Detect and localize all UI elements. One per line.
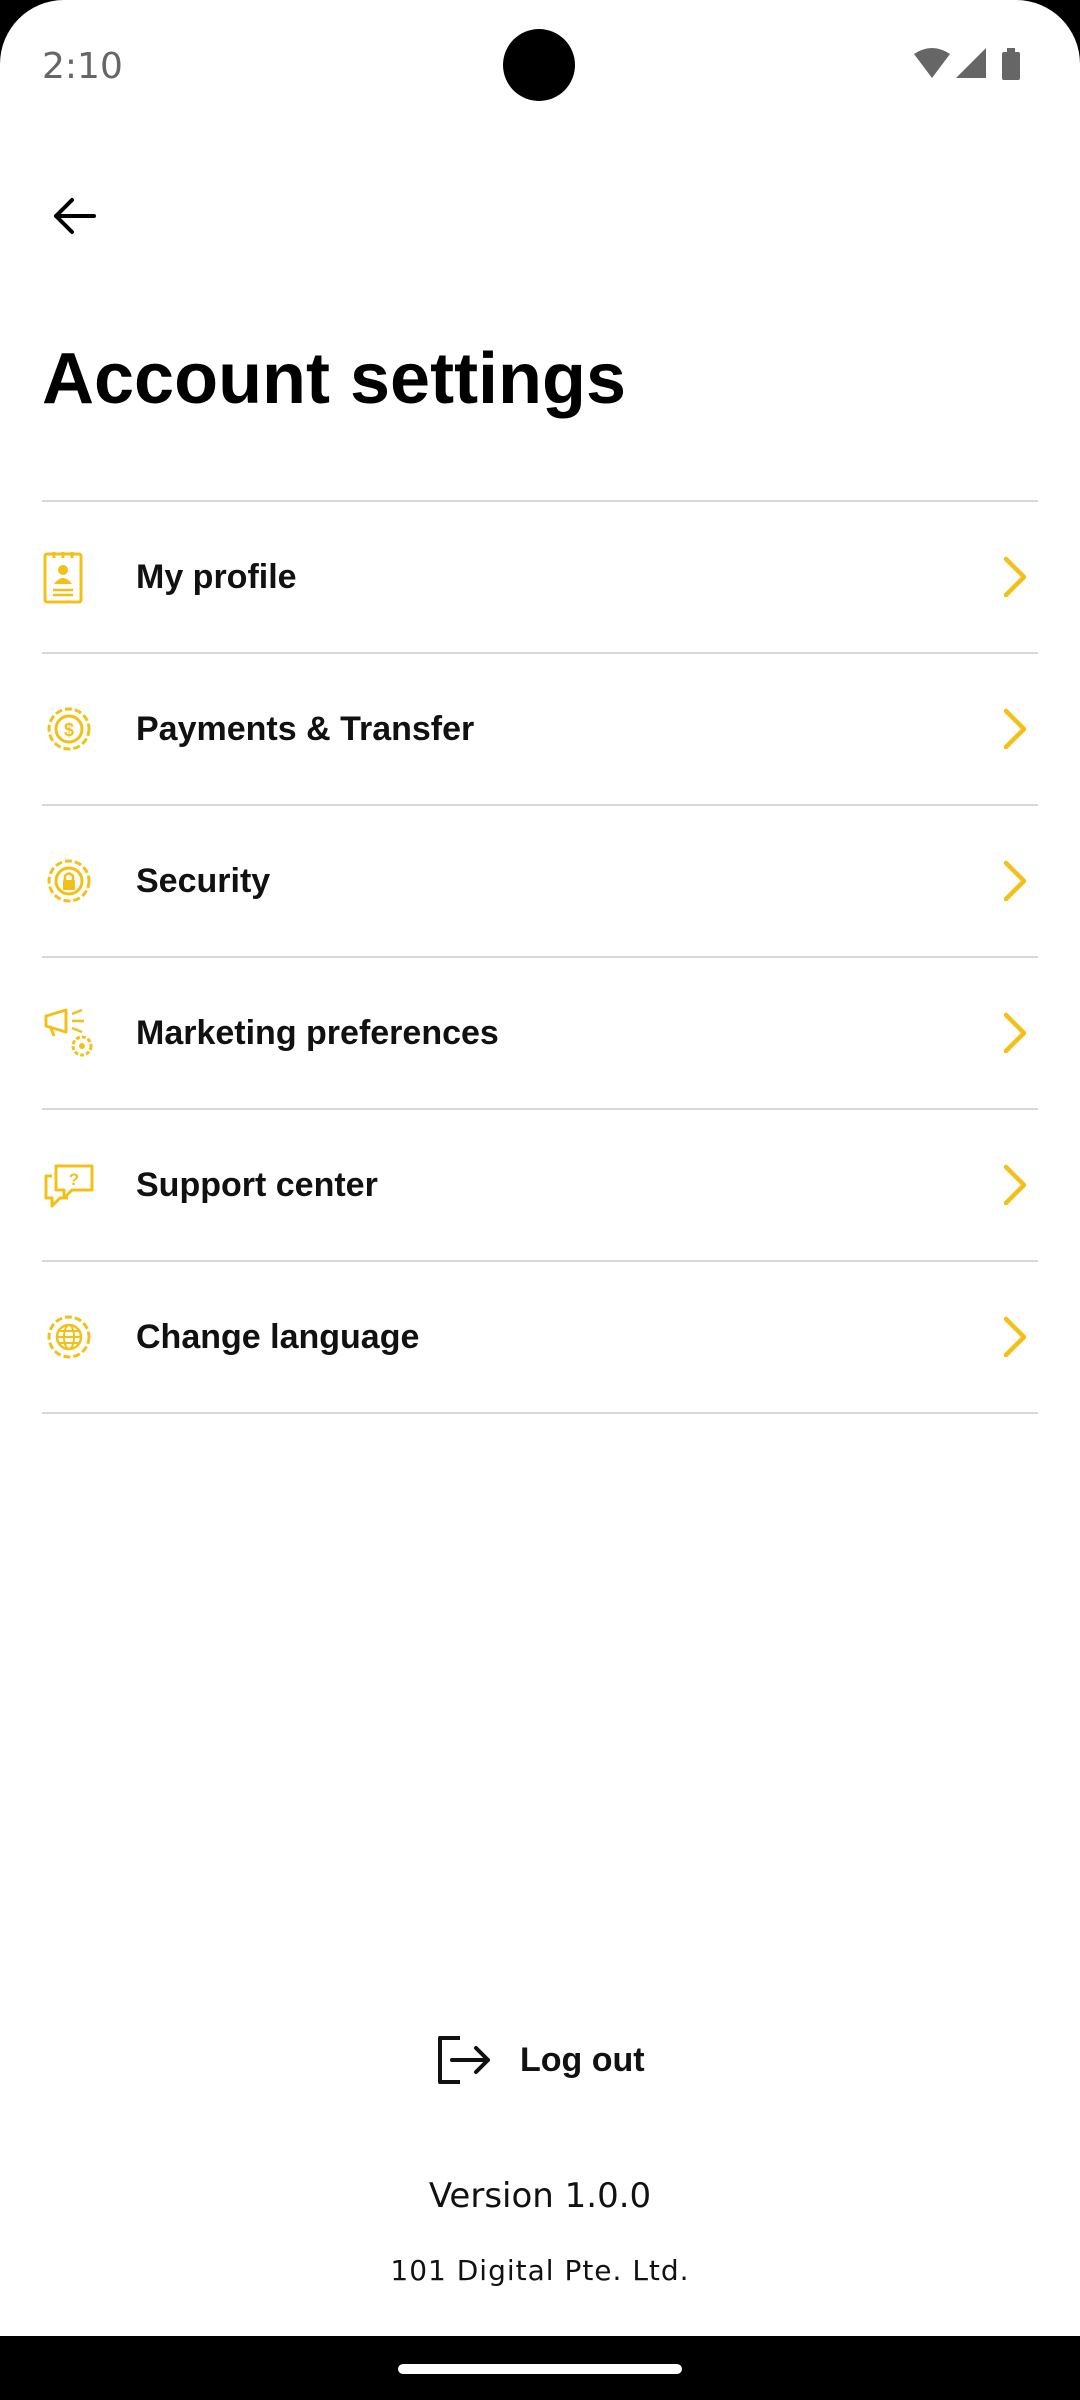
wifi-icon: [914, 48, 950, 78]
settings-menu: My profile $ Payments & Transfer Securit…: [42, 500, 1038, 1414]
menu-item-change-language[interactable]: Change language: [42, 1262, 1038, 1414]
lock-gear-icon: [42, 853, 98, 909]
menu-item-my-profile[interactable]: My profile: [42, 502, 1038, 654]
gesture-nav-handle[interactable]: [398, 2364, 682, 2374]
chevron-right-icon: [1003, 708, 1027, 750]
chevron-right-icon: [1003, 1164, 1027, 1206]
chevron-right-icon: [1003, 860, 1027, 902]
back-button[interactable]: [30, 172, 118, 260]
globe-gear-icon: [42, 1309, 98, 1365]
menu-item-label: Change language: [136, 1317, 420, 1356]
chat-question-icon: ?: [42, 1157, 98, 1213]
menu-item-label: Security: [136, 861, 271, 900]
signal-icon: [956, 48, 986, 78]
menu-item-marketing-preferences[interactable]: Marketing preferences: [42, 958, 1038, 1110]
chevron-right-icon: [1003, 1012, 1027, 1054]
camera-cutout: [503, 29, 575, 101]
profile-card-icon: [42, 549, 98, 605]
screen: 2:10 Account settings My profile $ Payme…: [0, 0, 1080, 2336]
company-name: 101 Digital Pte. Ltd.: [390, 2254, 690, 2287]
chevron-right-icon: [1003, 1316, 1027, 1358]
arrow-left-icon: [54, 198, 96, 234]
logout-label: Log out: [520, 2040, 645, 2079]
menu-item-security[interactable]: Security: [42, 806, 1038, 958]
menu-item-label: My profile: [136, 557, 297, 596]
app-version: Version 1.0.0: [428, 2176, 652, 2216]
status-time: 2:10: [42, 46, 123, 87]
svg-text:?: ?: [69, 1170, 79, 1189]
menu-item-label: Marketing preferences: [136, 1013, 499, 1052]
status-bar: 2:10: [0, 0, 1080, 130]
menu-item-label: Payments & Transfer: [136, 709, 475, 748]
logout-icon: [438, 2036, 490, 2084]
megaphone-gear-icon: [42, 1005, 98, 1061]
status-icons: [914, 48, 1020, 80]
menu-item-payments-transfer[interactable]: $ Payments & Transfer: [42, 654, 1038, 806]
logout-button[interactable]: Log out: [436, 2030, 645, 2090]
chevron-right-icon: [1003, 556, 1027, 598]
page-title: Account settings: [42, 339, 627, 419]
svg-text:$: $: [64, 720, 74, 740]
battery-icon: [1002, 48, 1020, 80]
payment-gear-icon: $: [42, 701, 98, 757]
menu-item-support-center[interactable]: ? Support center: [42, 1110, 1038, 1262]
menu-item-label: Support center: [136, 1165, 378, 1204]
